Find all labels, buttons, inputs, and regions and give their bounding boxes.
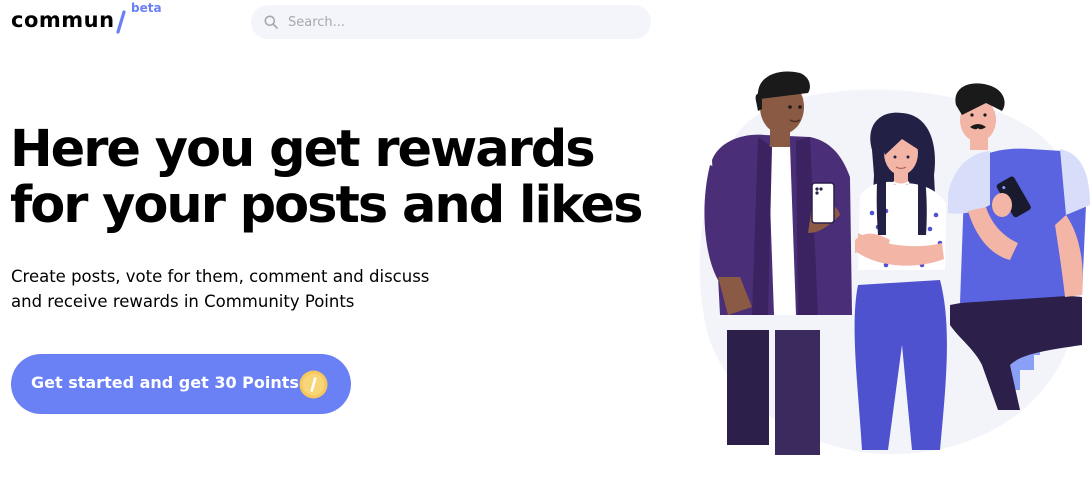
search-bar[interactable] [251,5,651,39]
logo-slash-icon [116,10,126,34]
hero-subtext-line-2: and receive rewards in Community Points [11,292,355,311]
logo-text: commun [11,8,115,32]
get-started-label: Get started and get 30 Points [31,373,299,392]
coin-icon [299,370,328,399]
hero-subtext: Create posts, vote for them, comment and… [11,264,471,314]
hero-subtext-line-1: Create posts, vote for them, comment and… [11,267,430,286]
hero-headline: Here you get rewards for your posts and … [10,120,643,235]
logo[interactable]: commun [11,6,115,38]
search-icon [264,15,278,29]
search-input[interactable] [288,5,628,39]
hero-illustration [699,71,1090,455]
beta-badge: beta [131,1,162,15]
get-started-button[interactable]: Get started and get 30 Points [11,354,351,414]
